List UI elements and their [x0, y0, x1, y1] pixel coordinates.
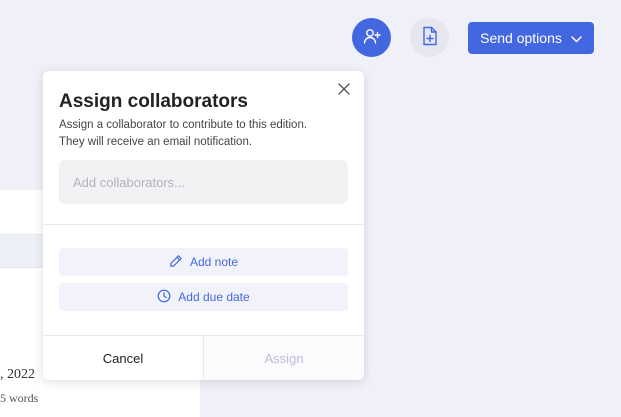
document-word-count: 5 words — [0, 391, 39, 405]
assign-collaborators-dialog: Assign collaborators Assign a collaborat… — [43, 71, 364, 380]
dialog-title: Assign collaborators — [59, 91, 248, 112]
send-options-button[interactable]: Send options — [468, 22, 594, 54]
document-date: , 2022 — [0, 367, 35, 382]
add-collaborator-button[interactable] — [352, 18, 391, 57]
dialog-description-line: Assign a collaborator to contribute to t… — [59, 119, 308, 131]
chevron-down-icon — [571, 30, 582, 46]
file-plus-icon — [421, 26, 439, 49]
new-document-button[interactable] — [410, 18, 449, 57]
add-note-button[interactable]: Add note — [59, 248, 348, 276]
send-options-label: Send options — [480, 30, 562, 46]
dialog-description-line: They will receive an email notification. — [59, 136, 253, 148]
user-plus-icon — [362, 26, 382, 49]
pencil-icon — [169, 254, 183, 271]
assign-button[interactable]: Assign — [204, 336, 364, 380]
close-button[interactable] — [334, 81, 354, 101]
close-icon — [338, 82, 350, 100]
cancel-button[interactable]: Cancel — [43, 336, 203, 380]
clock-icon — [157, 289, 171, 306]
add-due-date-label: Add due date — [178, 290, 250, 304]
section-divider — [43, 224, 364, 225]
add-collaborators-input[interactable] — [59, 160, 348, 204]
dialog-description: Assign a collaborator to contribute to t… — [59, 117, 349, 151]
add-note-label: Add note — [189, 255, 239, 269]
add-due-date-button[interactable]: Add due date — [59, 283, 348, 311]
